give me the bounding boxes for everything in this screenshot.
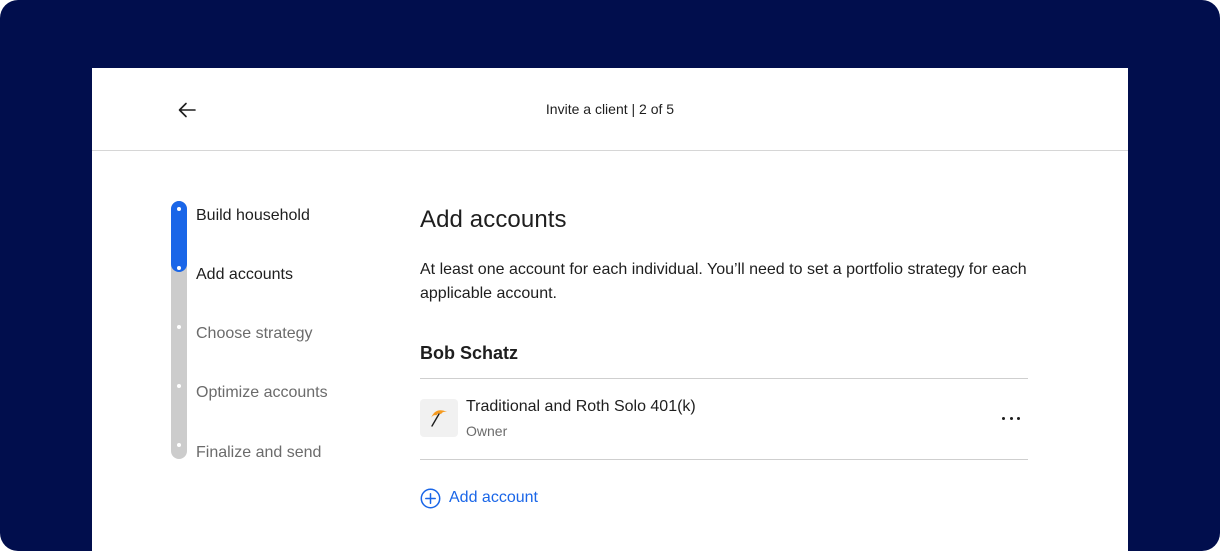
progress-track xyxy=(171,201,187,459)
top-bar: Invite a client | 2 of 5 xyxy=(92,68,1128,151)
account-row[interactable]: Traditional and Roth Solo 401(k) Owner xyxy=(420,379,1028,459)
account-role: Owner xyxy=(466,423,508,439)
umbrella-icon xyxy=(420,399,458,437)
step-finalize-and-send: Finalize and send xyxy=(196,444,322,461)
step-dot-choose-strategy xyxy=(177,325,181,329)
step-choose-strategy: Choose strategy xyxy=(196,325,313,342)
add-account-label: Add account xyxy=(449,489,538,506)
plus-circle-icon xyxy=(420,488,441,508)
step-dot-optimize-accounts xyxy=(177,384,181,388)
add-account-button[interactable]: Add account xyxy=(420,486,538,510)
page-description: At least one account for each individual… xyxy=(420,261,1027,302)
divider xyxy=(420,459,1028,460)
step-add-accounts[interactable]: Add accounts xyxy=(196,265,293,285)
more-horizontal-icon[interactable] xyxy=(1002,409,1020,427)
page-step-title: Invite a client | 2 of 5 xyxy=(545,101,675,117)
page-title: Add accounts xyxy=(420,206,567,233)
step-dot-build-household xyxy=(177,207,181,211)
progress-fill xyxy=(171,201,187,272)
step-dot-finalize-and-send xyxy=(177,443,181,447)
invite-client-panel: Invite a client | 2 of 5 Build household… xyxy=(92,68,1128,551)
account-name: Traditional and Roth Solo 401(k) xyxy=(466,398,696,415)
step-optimize-accounts: Optimize accounts xyxy=(196,384,328,401)
step-build-household[interactable]: Build household xyxy=(196,206,310,226)
app-frame: Invite a client | 2 of 5 Build household… xyxy=(0,0,1220,551)
household-member-name: Bob Schatz xyxy=(420,343,519,363)
step-dot-add-accounts xyxy=(177,266,181,270)
